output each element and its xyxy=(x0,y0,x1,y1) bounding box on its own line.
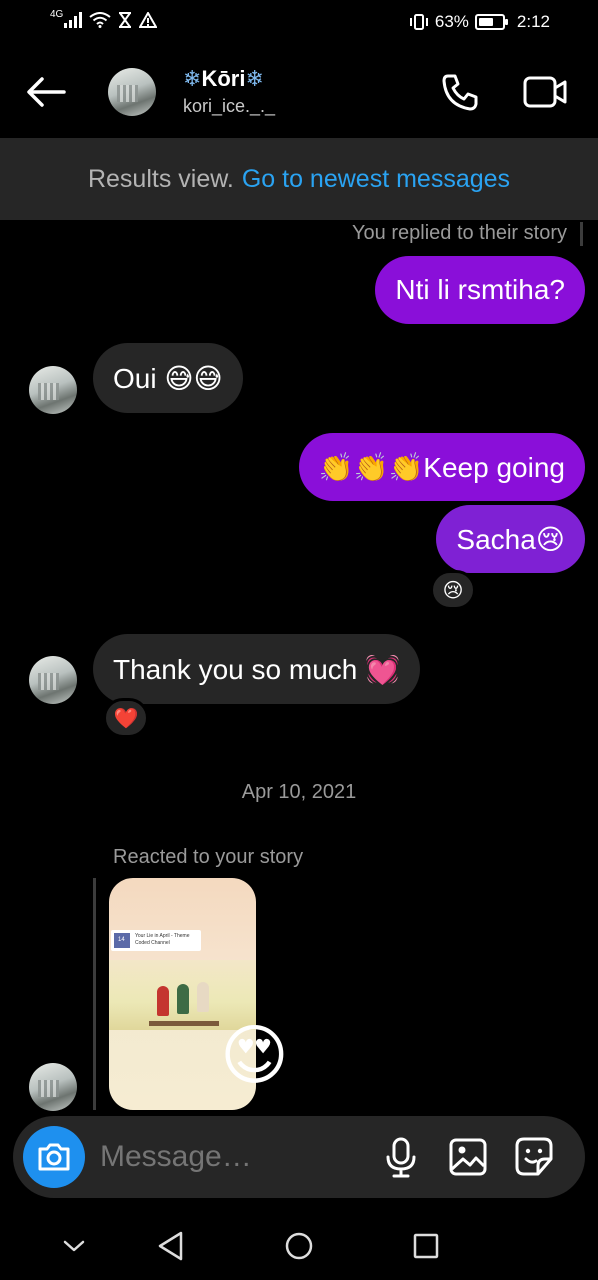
story-figure xyxy=(197,982,209,1012)
story-card-title: Your Lie in April - Theme xyxy=(135,933,190,939)
message-composer xyxy=(13,1116,585,1198)
story-reply-note: You replied to their story xyxy=(352,222,567,244)
reaction-emoji: 😢 xyxy=(442,579,464,602)
status-bar: 4G 63% 2:12 xyxy=(0,0,598,46)
contact-name-text: Kōri xyxy=(201,66,246,91)
story-reaction-line xyxy=(93,878,96,1110)
status-left: 4G xyxy=(50,8,158,28)
contact-name[interactable]: ❄Kōri❄ xyxy=(183,66,264,92)
story-music-thumbnail: 14 xyxy=(114,933,130,948)
snowflake-icon: ❄ xyxy=(245,66,264,91)
gallery-icon[interactable] xyxy=(448,1136,488,1178)
message-text: Sacha😢 xyxy=(456,523,565,555)
battery-icon xyxy=(474,14,508,30)
message-input[interactable] xyxy=(100,1140,360,1174)
story-reply-line xyxy=(580,222,583,246)
contact-avatar-small[interactable] xyxy=(29,1063,77,1111)
story-card-thumb-number: 14 xyxy=(118,937,125,943)
wifi-icon xyxy=(89,12,111,28)
battery-fill xyxy=(478,18,493,26)
message-outgoing[interactable]: 👏👏👏Keep going xyxy=(298,433,585,501)
message-outgoing[interactable]: Nti li rsmtiha? xyxy=(375,256,585,324)
back-arrow-icon[interactable] xyxy=(24,74,68,110)
results-view-banner: Results view. Go to newest messages xyxy=(0,138,598,220)
story-bench xyxy=(149,1021,219,1026)
message-reaction[interactable]: 😢 xyxy=(430,570,476,610)
message-incoming[interactable]: Thank you so much 💓 xyxy=(93,634,420,704)
chevron-down-icon[interactable] xyxy=(56,1228,92,1264)
battery-percent: 63% xyxy=(434,12,469,31)
nav-recents-icon[interactable] xyxy=(408,1228,444,1264)
story-reaction-note: Reacted to your story xyxy=(113,846,304,868)
message-outgoing[interactable]: Sacha😢 xyxy=(436,505,585,573)
story-figure xyxy=(177,984,189,1014)
video-call-icon[interactable] xyxy=(522,72,568,112)
microphone-icon[interactable] xyxy=(381,1136,421,1178)
story-figure xyxy=(157,986,169,1016)
vibrate-icon xyxy=(409,14,428,30)
nav-home-icon[interactable] xyxy=(281,1228,317,1264)
system-nav-bar xyxy=(0,1210,598,1280)
chat-header: ❄Kōri❄ kori_ice._._ xyxy=(0,46,598,138)
status-right: 63% 2:12 xyxy=(409,12,550,32)
sticker-icon[interactable] xyxy=(514,1136,554,1178)
camera-button[interactable] xyxy=(23,1126,85,1188)
signal-icon xyxy=(64,12,83,28)
message-incoming[interactable]: Oui 😅😅 xyxy=(93,343,243,413)
contact-avatar-small[interactable] xyxy=(29,656,77,704)
message-text: Nti li rsmtiha? xyxy=(395,274,565,305)
snowflake-icon: ❄ xyxy=(183,66,202,91)
phone-call-icon[interactable] xyxy=(440,72,480,112)
reaction-emoji: ❤️ xyxy=(113,707,139,730)
story-music-card: 14 Your Lie in April - Theme Coded Chann… xyxy=(111,930,201,951)
date-separator: Apr 10, 2021 xyxy=(241,781,357,803)
clock: 2:12 xyxy=(516,12,550,31)
warning-icon xyxy=(139,12,158,28)
contact-avatar[interactable] xyxy=(108,68,156,116)
story-card-channel: Coded Channel xyxy=(135,940,170,946)
story-reaction-emoji: 😍 xyxy=(220,1018,289,1092)
nav-back-icon[interactable] xyxy=(154,1228,190,1264)
camera-icon xyxy=(38,1143,70,1171)
message-text: Thank you so much 💓 xyxy=(113,653,400,685)
go-to-newest-link[interactable]: Go to newest messages xyxy=(242,165,510,194)
message-reaction[interactable]: ❤️ xyxy=(103,698,149,738)
hourglass-icon xyxy=(119,12,132,28)
message-text: Oui 😅😅 xyxy=(113,362,223,394)
contact-username[interactable]: kori_ice._._ xyxy=(183,96,275,117)
message-text: 👏👏👏Keep going xyxy=(318,451,565,483)
network-type-label: 4G xyxy=(50,8,64,20)
results-view-label: Results view. xyxy=(87,164,234,193)
contact-avatar-small[interactable] xyxy=(29,366,77,414)
